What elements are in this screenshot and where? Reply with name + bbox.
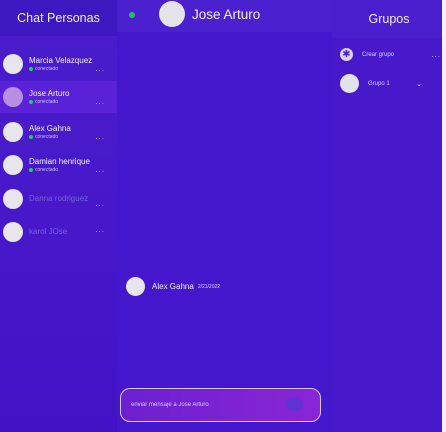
groups-title: Grupos [368,12,410,26]
contact-status: conectado [29,66,92,73]
chevron-down-icon[interactable]: ⌄ [416,80,422,88]
avatar [159,1,185,27]
group-name: Grupo 1 [368,80,390,87]
contact-item-marcia[interactable]: Marcia Velazquez conectado ... [0,48,117,80]
add-group-icon: ✱ [340,48,353,61]
more-options-icon[interactable]: ... [95,225,105,234]
chat-panel: Jose Arturo Alex Gahna 2/21/2022 [117,0,332,432]
contact-name: karol JOse [29,227,68,236]
contact-name: Damian henrique [29,156,90,166]
avatar [3,155,23,175]
contact-name: Alex Gahna [29,123,71,133]
contact-name: Marcia Velazquez [29,55,93,65]
group-item[interactable]: Grupo 1 ⌄ [340,74,440,93]
create-group-label: Crear grupo [362,51,395,58]
avatar [3,54,23,74]
contact-status: conectado [29,134,71,141]
avatar [3,222,23,242]
sidebar-title: Chat Personas [17,11,100,25]
status-text: conectado [35,133,59,140]
more-options-icon[interactable]: ... [431,50,441,59]
online-status-icon [29,135,33,139]
contact-name: Jose Arturo [29,88,70,98]
contacts-sidebar: Chat Personas Marcia Velazquez conectado… [0,0,117,432]
more-options-icon[interactable]: ... [95,199,105,208]
online-status-icon [129,12,135,18]
online-status-icon [29,100,33,104]
contact-item-danna[interactable]: Danna rodriguez ... [0,183,117,215]
more-options-icon[interactable]: ... [95,165,105,174]
contact-status: conectado [29,99,69,106]
avatar [3,189,23,209]
contact-status: conectado [29,167,90,174]
contact-item-karol[interactable]: karol JOse ... [0,216,117,248]
message-composer [120,388,321,422]
avatar [3,122,23,142]
avatar [340,74,359,93]
contact-item-damian[interactable]: Damian henrique conectado ... [0,149,117,181]
chat-app: Chat Personas Marcia Velazquez conectado… [0,0,446,432]
chat-message: Alex Gahna 2/21/2022 [126,277,220,296]
window-edge [442,0,446,432]
avatar [3,87,23,107]
sidebar-header: Chat Personas [0,0,117,36]
more-options-icon[interactable]: ... [95,97,105,106]
status-text: conectado [35,98,59,105]
send-button[interactable] [286,398,303,411]
contact-item-alex[interactable]: Alex Gahna conectado ... [0,116,117,148]
more-options-icon[interactable]: ... [95,64,105,73]
message-date: 2/21/2022 [197,283,221,290]
online-status-icon [29,67,33,71]
status-text: conectado [35,166,59,173]
contact-item-jose[interactable]: Jose Arturo conectado ... [0,81,117,113]
chat-contact-name: Jose Arturo [192,7,261,22]
groups-panel: Grupos ✱ Crear grupo ... Grupo 1 ⌄ [332,0,446,432]
groups-header: Grupos [332,0,446,38]
message-sender: Alex Gahna [152,282,194,291]
avatar [126,277,145,296]
contact-name: Danna rodriguez [29,194,89,203]
status-text: conectado [35,65,59,72]
more-options-icon[interactable]: ... [95,132,105,141]
chat-header: Jose Arturo [117,0,332,32]
online-status-icon [29,168,33,172]
create-group-button[interactable]: ✱ Crear grupo ... [340,48,440,61]
message-input[interactable] [131,402,281,408]
